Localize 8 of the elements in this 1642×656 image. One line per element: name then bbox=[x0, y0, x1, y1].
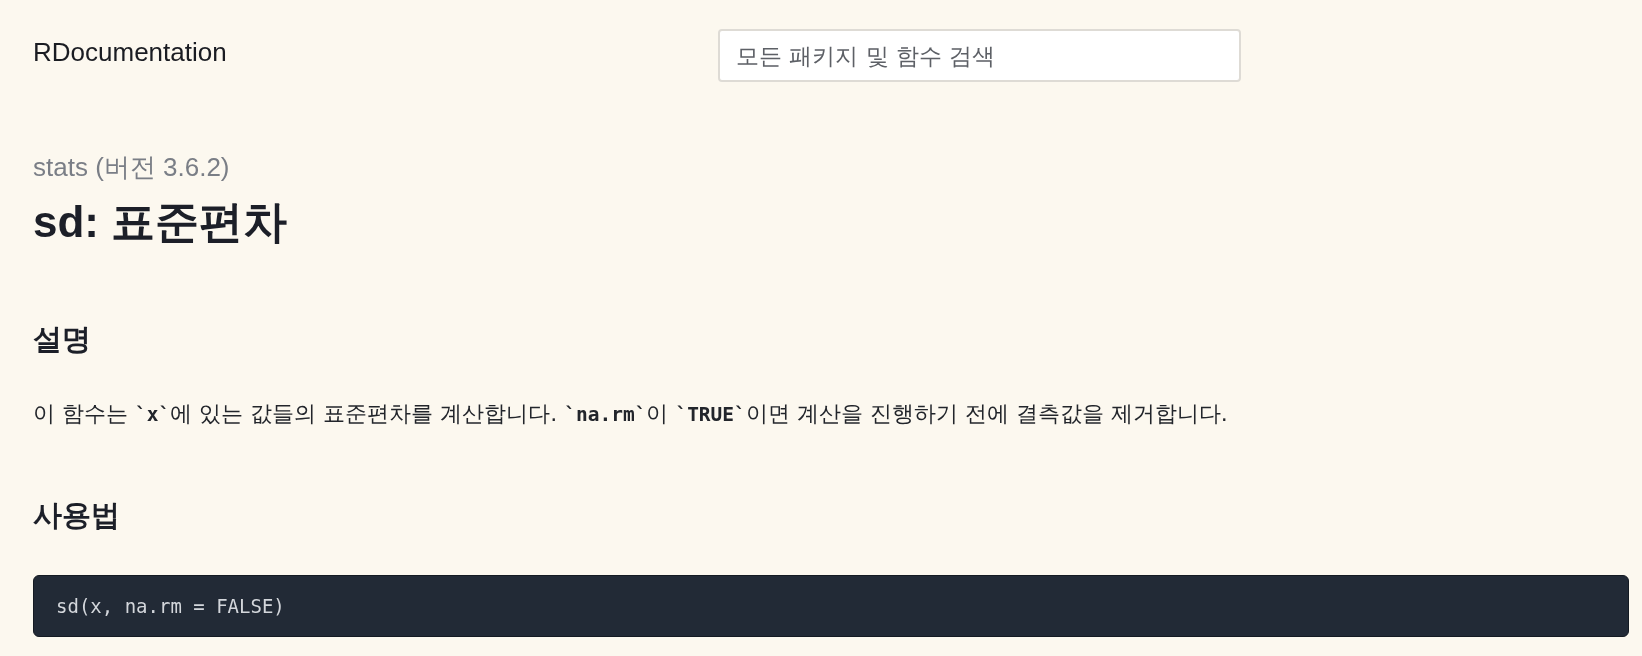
section-heading: 설명 bbox=[33, 322, 91, 357]
section-heading: 사용법 bbox=[33, 498, 120, 533]
page-title: sd: 표준편차 bbox=[33, 196, 288, 248]
description-text: 이 함수는 `x`에 있는 값들의 표준편차를 계산합니다. `na.rm`이 `TRUE`이면 계산을 진행하기 전에 결측값을 제거합니다. bbox=[33, 400, 1228, 428]
site-logo[interactable]: RDocumentation bbox=[33, 37, 227, 68]
search-field[interactable]: 모든 패키지 및 함수 검색 bbox=[718, 29, 1241, 82]
code-block: sd(x, na.rm = FALSE) bbox=[33, 575, 1629, 637]
package-version: stats (버전 3.6.2) bbox=[33, 152, 230, 182]
